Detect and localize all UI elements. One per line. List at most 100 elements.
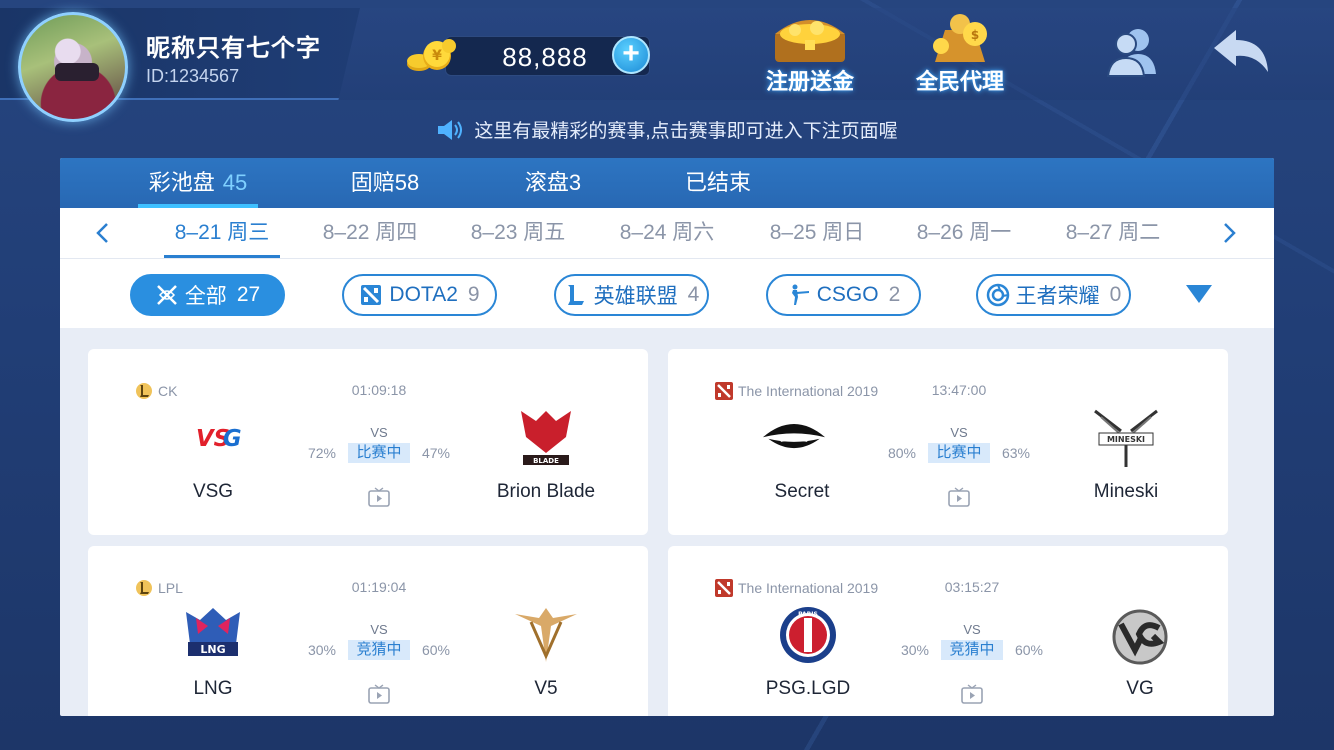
speaker-icon [438, 119, 463, 140]
svg-text:LNG: LNG [200, 643, 225, 656]
vs-label: VS [370, 622, 388, 637]
home-percent: 30% [307, 642, 337, 658]
tab-fixed-odds[interactable]: 固赔58 [345, 158, 425, 208]
game-filter-label: DOTA2 [389, 283, 458, 306]
date-item-4[interactable]: 8–25 周日 [757, 208, 877, 258]
live-stream-icon[interactable] [948, 487, 970, 507]
match-time: 13:47:00 [931, 382, 987, 398]
date-item-2[interactable]: 8–23 周五 [458, 208, 578, 258]
lng-logo-icon: LNG [186, 608, 240, 656]
dota2-icon [715, 579, 733, 597]
match-status-badge: 竞猜中 [348, 640, 410, 660]
away-team-name: Brion Blade [496, 481, 596, 502]
live-stream-icon[interactable] [961, 684, 983, 704]
dota2-icon [361, 285, 382, 305]
category-tabs: 彩池盘 45 固赔58 滚盘3 已结束 [60, 158, 1274, 208]
date-item-0[interactable]: 8–21 周三 [162, 208, 282, 258]
live-stream-icon[interactable] [368, 684, 390, 704]
dropdown-triangle-icon[interactable] [1184, 283, 1214, 305]
dota2-icon [715, 382, 733, 400]
notice-text: 这里有最精彩的赛事,点击赛事即可进入下注页面喔 [474, 121, 898, 142]
top-header: 昵称只有七个字 ID:1234567 ¥ 88,888 + 注册送金 $ 全民代… [0, 0, 1334, 122]
game-filter-dota2[interactable]: DOTA2 9 [342, 274, 497, 316]
tab-ended[interactable]: 已结束 [678, 158, 758, 208]
match-status-badge: 比赛中 [928, 443, 990, 463]
date-item-3[interactable]: 8–24 周六 [607, 208, 727, 258]
notice-bar: 这里有最精彩的赛事,点击赛事即可进入下注页面喔 [0, 116, 1334, 144]
csgo-icon [791, 284, 809, 305]
game-filter-lol[interactable]: 英雄联盟 4 [554, 274, 709, 316]
date-item-5[interactable]: 8–26 周一 [904, 208, 1024, 258]
match-card[interactable]: The International 2019 03:15:27 PARIS PS… [668, 546, 1228, 716]
tab-live[interactable]: 滚盘3 [518, 158, 588, 208]
league-name: The International 2019 [738, 580, 879, 596]
match-card[interactable]: LPL 01:19:04 LNG LNG 30% VS 竞猜中 60% V5 [88, 546, 648, 716]
game-filter-label: CSGO [816, 283, 879, 306]
game-filter-count: 9 [467, 283, 480, 306]
tab-pool[interactable]: 彩池盘 45 [138, 158, 258, 208]
vs-label: VS [370, 425, 388, 440]
vsg-logo-icon: VS G [196, 426, 242, 452]
away-percent: 60% [1014, 642, 1044, 658]
live-stream-icon[interactable] [368, 487, 390, 507]
svg-text:$: $ [971, 28, 979, 42]
home-team-name: LNG [193, 678, 233, 699]
home-percent: 30% [900, 642, 930, 658]
kog-icon [986, 283, 1009, 307]
lol-icon [136, 580, 152, 596]
match-card[interactable]: The International 2019 13:47:00 Secret 8… [668, 349, 1228, 535]
svg-text:G: G [223, 426, 242, 452]
chevron-right-icon[interactable] [1216, 220, 1242, 246]
game-filter-kog[interactable]: 王者荣耀 0 [976, 274, 1131, 316]
game-filter-count: 4 [687, 283, 700, 306]
match-status-badge: 比赛中 [348, 443, 410, 463]
date-bar: 8–21 周三 8–22 周四 8–23 周五 8–24 周六 8–25 周日 … [60, 208, 1274, 258]
game-filter-bar: 全部 27 DOTA2 9 英雄联盟 4 CSGO 2 王者荣耀 0 [60, 258, 1274, 328]
coin-amount: 88,888 [502, 42, 588, 72]
user-id: ID:1234567 [146, 66, 240, 86]
away-percent: 60% [421, 642, 451, 658]
secret-logo-icon [762, 424, 826, 449]
mineski-logo-icon: MINESKI [1094, 409, 1158, 467]
tab-pool-count: 45 [222, 170, 248, 195]
home-team-name: Secret [774, 481, 830, 502]
date-item-1[interactable]: 8–22 周四 [310, 208, 430, 258]
avatar[interactable] [18, 12, 128, 122]
home-team-name: PSG.LGD [765, 678, 851, 699]
chevron-left-icon[interactable] [90, 220, 116, 246]
home-team-name: VSG [192, 481, 234, 502]
brion-blade-logo-icon: BLADE [521, 411, 571, 465]
tab-pool-label: 彩池盘 [148, 170, 215, 195]
league-label: CK [134, 381, 177, 401]
match-time: 01:09:18 [351, 382, 407, 398]
gold-coins-icon: ¥ [407, 39, 456, 71]
home-percent: 80% [887, 445, 917, 461]
treasure-chest-icon [775, 20, 845, 62]
friends-icon[interactable] [1104, 24, 1164, 80]
register-bonus-label: 注册送金 [765, 69, 854, 94]
match-time: 03:15:27 [944, 579, 1000, 595]
lol-icon [136, 383, 152, 399]
match-time: 01:19:04 [351, 579, 407, 595]
svg-text:BLADE: BLADE [533, 457, 559, 465]
add-coins-button[interactable]: + [612, 36, 650, 74]
agent-label: 全民代理 [915, 69, 1004, 94]
match-card[interactable]: CK 01:09:18 VS G VSG 72% VS 比赛中 47% BLAD… [88, 349, 648, 535]
date-item-6[interactable]: 8–27 周二 [1053, 208, 1173, 258]
register-bonus-button[interactable]: 注册送金 [755, 10, 865, 100]
away-team-name: VG [1126, 678, 1154, 699]
league-name: CK [158, 383, 178, 399]
money-bag-icon: $ [933, 14, 987, 62]
vs-label: VS [963, 622, 981, 637]
game-filter-all[interactable]: 全部 27 [130, 274, 285, 316]
league-label: The International 2019 [714, 578, 878, 598]
game-filter-csgo[interactable]: CSGO 2 [766, 274, 921, 316]
league-label: LPL [134, 578, 183, 598]
vg-logo-icon [1112, 609, 1168, 665]
svg-text:MINESKI: MINESKI [1107, 435, 1145, 444]
agent-button[interactable]: $ 全民代理 [905, 10, 1015, 100]
back-icon[interactable] [1210, 24, 1270, 80]
vs-label: VS [950, 425, 968, 440]
game-filter-count: 0 [1109, 283, 1122, 306]
avatar-face-mask [55, 63, 99, 81]
